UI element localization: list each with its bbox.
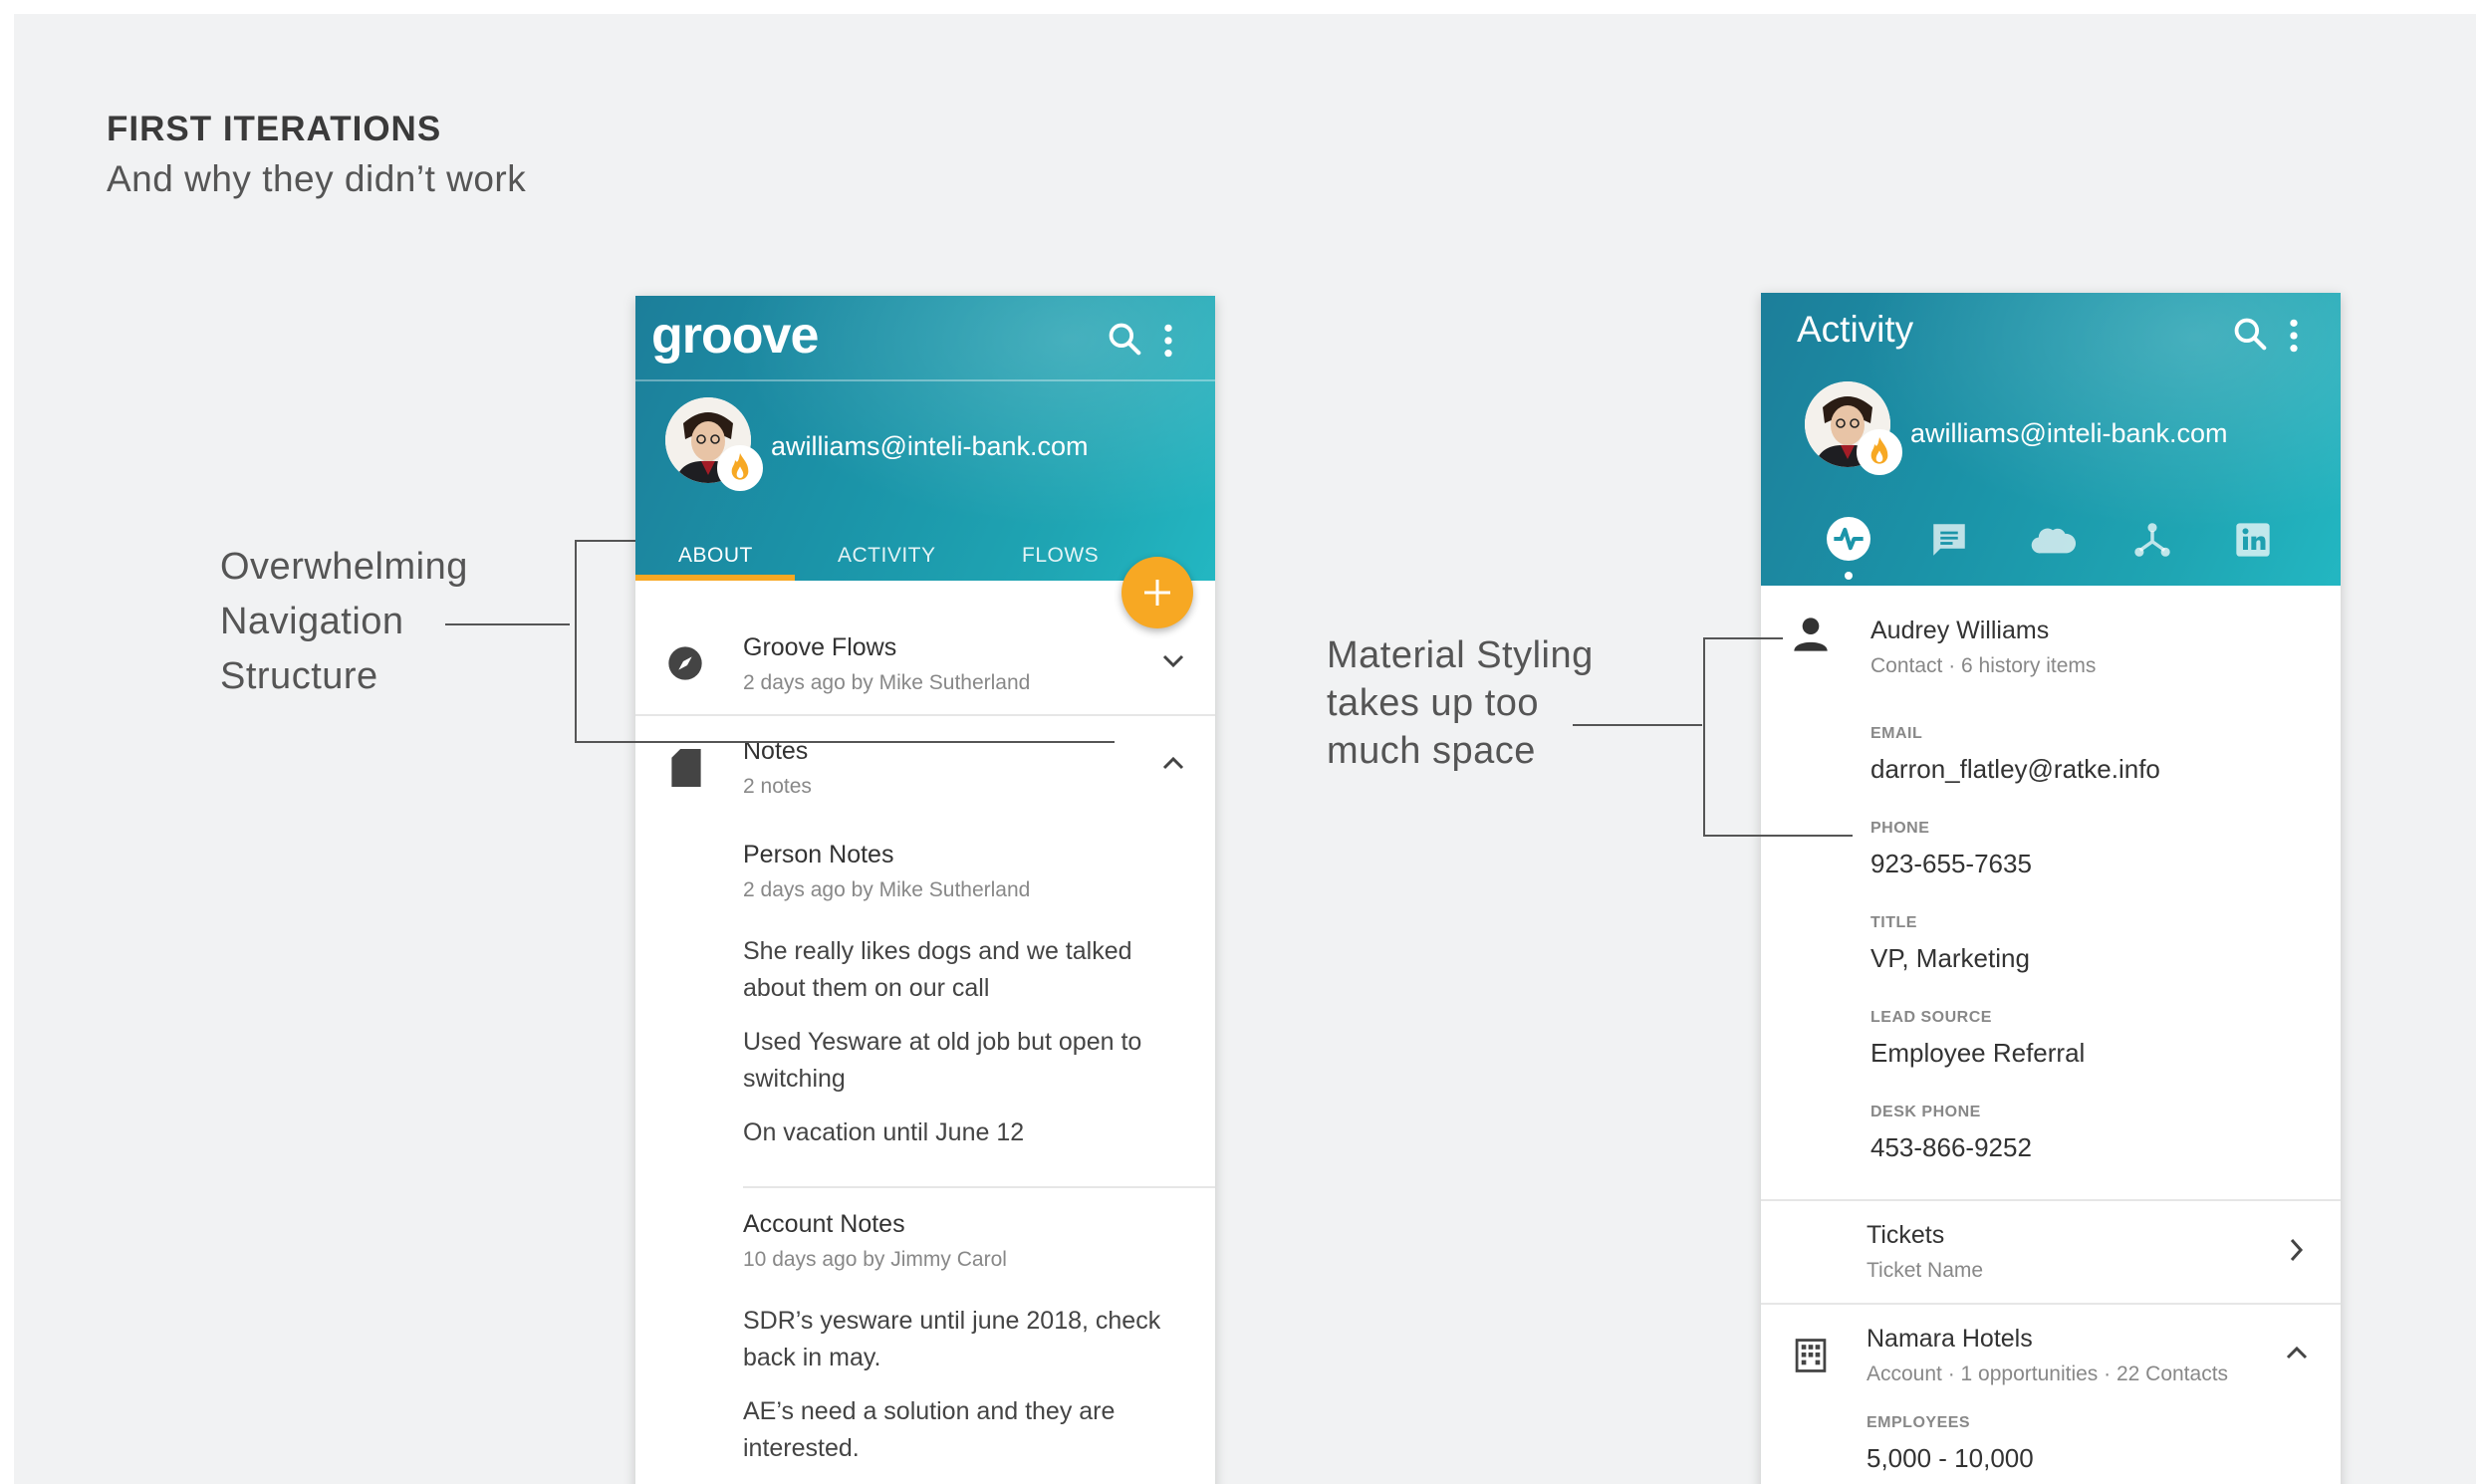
active-tab-indicator: [635, 575, 795, 581]
user-email: awilliams@inteli-bank.com: [1910, 418, 2228, 448]
search-icon[interactable]: [2231, 315, 2269, 353]
contact-name: Audrey Williams: [1870, 617, 2050, 644]
compass-icon: [668, 646, 702, 680]
groove-flows-title[interactable]: Groove Flows: [743, 633, 896, 662]
chevron-up-icon[interactable]: [1161, 755, 1185, 771]
app-header: Activity awilliams@inteli-bank.com: [1761, 293, 2341, 586]
note-icon: [671, 749, 701, 787]
field-label: EMAIL: [1870, 725, 1923, 742]
header-divider: [635, 379, 1215, 381]
field-label: TITLE: [1870, 914, 1917, 931]
annotation-connector: [445, 623, 570, 625]
field-value: VP, Marketing: [1870, 943, 2030, 973]
hierarchy-icon[interactable]: [2131, 519, 2173, 561]
app-header: groove awilliams@inteli-bank.com ABOUT A…: [635, 296, 1215, 581]
divider: [1761, 1199, 2341, 1201]
annotation-connector: [575, 741, 1115, 743]
groove-logo: groove: [651, 307, 819, 365]
tab-activity[interactable]: ACTIVITY: [838, 544, 936, 568]
section-subtitle: And why they didn’t work: [107, 158, 527, 199]
section-title: FIRST ITERATIONS: [107, 110, 442, 148]
field-label: DESK PHONE: [1870, 1104, 1981, 1120]
note-item: AE’s need a solution and they are intere…: [743, 1397, 1116, 1462]
tickets-title[interactable]: Tickets: [1867, 1221, 1944, 1250]
phone-activity-screen: Activity awilliams@inteli-bank.com Audre…: [1761, 293, 2341, 1484]
field-value: 453-866-9252: [1870, 1132, 2032, 1162]
note-item: She really likes dogs and we talked abou…: [743, 937, 1132, 1002]
contact-meta: Contact · 6 history items: [1870, 654, 2097, 677]
tab-activity[interactable]: [1827, 517, 1870, 561]
note-item: On vacation until June 12: [743, 1118, 1025, 1146]
fire-icon: [1870, 437, 1888, 464]
notes-meta: 2 notes: [743, 775, 812, 798]
divider: [743, 1186, 1215, 1188]
note-item: SDR’s yesware until june 2018, check bac…: [743, 1307, 1161, 1371]
field-value: 5,000 - 10,000: [1867, 1443, 2034, 1473]
field-label: EMPLOYEES: [1867, 1414, 1971, 1431]
account-notes-meta: 10 days ago by Jimmy Carol: [743, 1248, 1007, 1271]
annotation-connector: [575, 540, 636, 542]
activity-icon: [1834, 527, 1864, 551]
field-value: Employee Referral: [1870, 1038, 2086, 1068]
linkedin-icon[interactable]: [2233, 520, 2273, 560]
person-notes-title: Person Notes: [743, 841, 894, 868]
annotation-connector: [1703, 637, 1783, 639]
salesforce-cloud-icon[interactable]: [2030, 521, 2076, 561]
annotation-connector: [1703, 835, 1853, 837]
account-notes-title: Account Notes: [743, 1210, 905, 1238]
hot-lead-badge: [717, 445, 763, 491]
account-name[interactable]: Namara Hotels: [1867, 1325, 2033, 1354]
groove-flows-meta: 2 days ago by Mike Sutherland: [743, 671, 1031, 694]
building-icon: [1795, 1339, 1827, 1372]
active-tab-dot: [1845, 572, 1853, 580]
person-icon: [1794, 618, 1828, 651]
note-item: Used Yesware at old job but open to swit…: [743, 1028, 1142, 1093]
divider: [635, 714, 1215, 716]
more-vert-icon[interactable]: [2287, 317, 2301, 355]
annotation-connector: [1573, 724, 1702, 726]
account-meta: Account · 1 opportunities · 22 Contacts: [1867, 1362, 2229, 1385]
tickets-meta: Ticket Name: [1867, 1259, 1984, 1282]
phone-about-screen: groove awilliams@inteli-bank.com ABOUT A…: [635, 296, 1215, 1484]
field-value: darron_flatley@ratke.info: [1870, 754, 2160, 784]
person-notes-meta: 2 days ago by Mike Sutherland: [743, 878, 1031, 901]
hot-lead-badge: [1857, 429, 1902, 475]
screen-title: Activity: [1797, 309, 1914, 350]
chevron-up-icon[interactable]: [2285, 1345, 2309, 1360]
annotation-material: Material Styling takes up too much space: [1327, 634, 1594, 772]
field-value: 923-655-7635: [1870, 849, 2032, 878]
tab-about[interactable]: ABOUT: [678, 544, 753, 568]
add-fab-button[interactable]: [1121, 557, 1193, 628]
chevron-down-icon[interactable]: [1161, 653, 1185, 669]
field-label: LEAD SOURCE: [1870, 1009, 1992, 1026]
user-email: awilliams@inteli-bank.com: [771, 431, 1089, 461]
fire-icon: [731, 453, 749, 480]
annotation-connector: [575, 540, 577, 743]
more-vert-icon[interactable]: [1161, 322, 1175, 360]
divider: [1761, 1303, 2341, 1305]
chevron-right-icon[interactable]: [2289, 1237, 2305, 1263]
canvas: FIRST ITERATIONS And why they didn’t wor…: [14, 14, 2476, 1484]
annotation-navigation: Overwhelming Navigation Structure: [220, 546, 468, 697]
annotation-connector: [1703, 637, 1705, 837]
tab-flows[interactable]: FLOWS: [1022, 544, 1099, 568]
search-icon[interactable]: [1106, 320, 1143, 358]
field-label: PHONE: [1870, 820, 1930, 837]
chat-icon[interactable]: [1928, 519, 1970, 561]
